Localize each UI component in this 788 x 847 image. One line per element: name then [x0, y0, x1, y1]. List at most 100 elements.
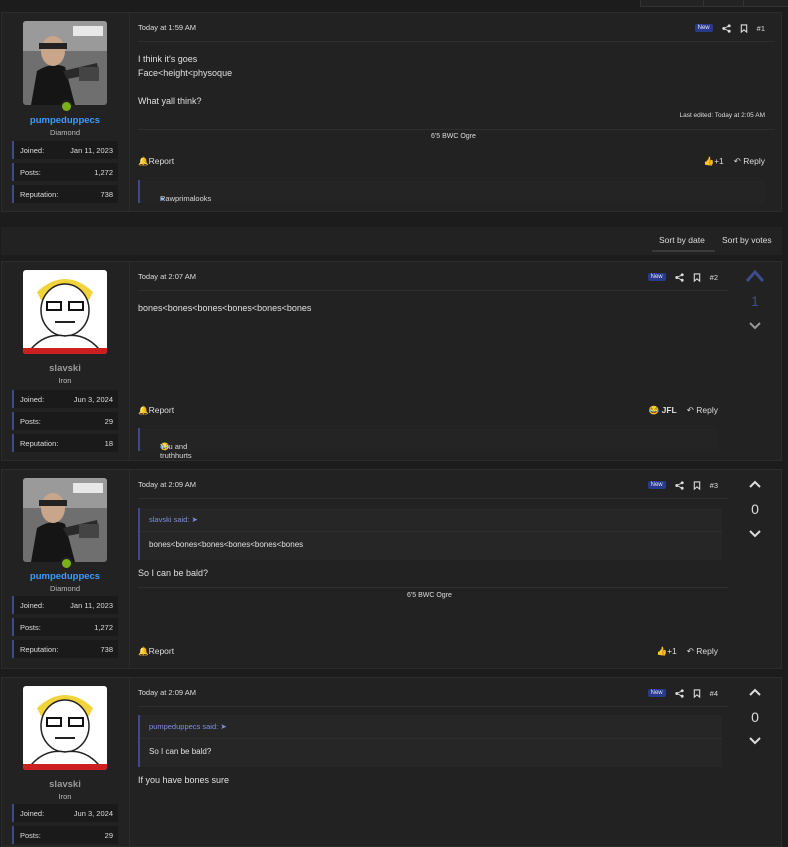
- avatar[interactable]: [23, 270, 107, 354]
- post-number[interactable]: #3: [710, 481, 718, 490]
- post-date[interactable]: Today at 2:09 AM: [138, 480, 196, 489]
- stat-label: Posts:: [20, 417, 41, 426]
- reply-button[interactable]: ↶ Reply: [687, 646, 718, 657]
- quote-block: pumpeduppecs said: ➤ So I can be bald?: [138, 715, 722, 767]
- vote-score: 0: [751, 709, 759, 725]
- reply-button[interactable]: ↶ Reply: [734, 156, 765, 167]
- like-count: +1: [667, 646, 677, 656]
- stat-value: 29: [104, 417, 113, 426]
- sort-by-date[interactable]: Sort by date: [659, 235, 705, 245]
- post-content: Today at 1:59 AM New #1 I think it's goe…: [129, 13, 775, 211]
- bookmark-icon[interactable]: [693, 688, 701, 698]
- stat-label: Reputation:: [20, 190, 59, 199]
- upvote-icon[interactable]: [749, 480, 761, 488]
- post-actions: 😂 JFL ↶ Reply: [649, 405, 718, 416]
- username[interactable]: slavski: [2, 363, 128, 374]
- share-icon[interactable]: [675, 688, 684, 698]
- quote-author[interactable]: slavski said: ➤: [140, 508, 722, 532]
- bookmark-icon[interactable]: [693, 480, 701, 490]
- quote-text: bones<bones<bones<bones<bones<bones: [149, 540, 304, 549]
- stat-posts: Posts: 29: [12, 826, 118, 844]
- last-edited: Last edited: Today at 2:05 AM: [679, 112, 765, 119]
- signature-divider: [138, 587, 728, 588]
- reactions-bar[interactable]: 😂 ● You and truthhurts: [138, 428, 718, 460]
- stat-label: Posts:: [20, 623, 41, 632]
- stat-posts: Posts: 29: [12, 412, 118, 430]
- top-pagination-bar: [640, 0, 788, 7]
- downvote-icon[interactable]: [749, 530, 761, 538]
- reply-button[interactable]: ↶ Reply: [687, 405, 718, 416]
- header-divider: [138, 706, 728, 707]
- stat-label: Posts:: [20, 831, 41, 840]
- post-tools: New #4: [647, 687, 718, 699]
- avatar[interactable]: [23, 21, 107, 105]
- stat-value: 29: [104, 831, 113, 840]
- stat-label: Joined:: [20, 809, 45, 818]
- avatar[interactable]: [23, 686, 107, 770]
- upvote-icon[interactable]: [746, 270, 764, 282]
- reply-label: Reply: [696, 405, 718, 415]
- username[interactable]: pumpeduppecs: [2, 115, 128, 126]
- bookmark-icon[interactable]: [740, 23, 748, 33]
- new-badge: New: [647, 481, 666, 489]
- upvote-icon[interactable]: [749, 688, 761, 696]
- reactions-text: Rawprimalooks: [160, 194, 212, 203]
- share-icon[interactable]: [722, 23, 731, 33]
- arrow-up-circle-icon[interactable]: ➤: [220, 722, 226, 731]
- post-body: bones<bones<bones<bones<bones<bones: [138, 303, 312, 313]
- vote-panel: 0: [729, 678, 781, 846]
- signature: 6'5 BWC Ogre: [407, 592, 452, 599]
- post-body: So I can be bald?: [138, 568, 209, 578]
- avatar[interactable]: [23, 478, 107, 562]
- user-title: Diamond: [49, 128, 80, 137]
- stat-posts: Posts: 1,272: [12, 163, 118, 181]
- post-number[interactable]: #4: [710, 689, 718, 698]
- stat-posts: Posts: 1,272: [12, 618, 118, 636]
- post-date[interactable]: Today at 2:09 AM: [138, 688, 196, 697]
- like-button[interactable]: 👍+1: [656, 646, 676, 657]
- post-date[interactable]: Today at 1:59 AM: [138, 23, 196, 32]
- stat-value: 738: [100, 190, 113, 199]
- quote-author[interactable]: pumpeduppecs said: ➤: [140, 715, 722, 739]
- reply-icon: ↶: [686, 405, 694, 415]
- share-icon[interactable]: [675, 272, 684, 282]
- online-indicator: [60, 557, 73, 570]
- like-button[interactable]: 👍+1: [703, 156, 723, 167]
- arrow-up-circle-icon[interactable]: ➤: [192, 515, 198, 524]
- reply-label: Reply: [743, 156, 765, 166]
- share-icon[interactable]: [675, 480, 684, 490]
- reactions-bar[interactable]: ● Rawprimalooks: [138, 180, 765, 203]
- report-button[interactable]: 🔔Report: [138, 646, 174, 657]
- username[interactable]: slavski: [2, 779, 128, 790]
- post-3: pumpeduppecs Diamond Joined: Jan 11, 2023…: [1, 469, 782, 669]
- bookmark-icon[interactable]: [693, 272, 701, 282]
- sort-active-indicator: [652, 250, 715, 252]
- like-count: +1: [714, 156, 724, 166]
- quote-author-text: pumpeduppecs said:: [149, 722, 219, 731]
- post-tools: New #2: [647, 271, 718, 283]
- report-button[interactable]: 🔔Report: [138, 405, 174, 416]
- user-info: pumpeduppecs Diamond Joined: Jan 11, 2023…: [2, 470, 128, 668]
- username[interactable]: pumpeduppecs: [2, 571, 128, 582]
- report-button[interactable]: 🔔Report: [138, 156, 174, 167]
- downvote-icon[interactable]: [749, 737, 761, 745]
- downvote-icon[interactable]: [749, 322, 761, 330]
- reactions-text: You and truthhurts: [160, 442, 192, 460]
- post-number[interactable]: #1: [757, 24, 765, 33]
- new-badge: New: [647, 273, 666, 281]
- post-tools: New #3: [647, 479, 718, 491]
- stat-joined: Joined: Jun 3, 2024: [12, 390, 118, 408]
- bell-icon: 🔔: [138, 646, 149, 656]
- user-title: Iron: [58, 792, 72, 801]
- post-line: I think it's goes: [138, 54, 198, 64]
- stat-value: 1,272: [94, 168, 113, 177]
- stat-reputation: Reputation: 18: [12, 434, 118, 452]
- header-divider: [138, 290, 728, 291]
- post-1: pumpeduppecs Diamond Joined: Jan 11, 2023…: [1, 12, 782, 212]
- vote-score: 1: [751, 293, 759, 309]
- reaction-button[interactable]: 😂 JFL: [649, 405, 677, 416]
- stat-label: Posts:: [20, 168, 41, 177]
- sort-by-votes[interactable]: Sort by votes: [722, 235, 772, 245]
- post-date[interactable]: Today at 2:07 AM: [138, 272, 196, 281]
- post-number[interactable]: #2: [710, 273, 718, 282]
